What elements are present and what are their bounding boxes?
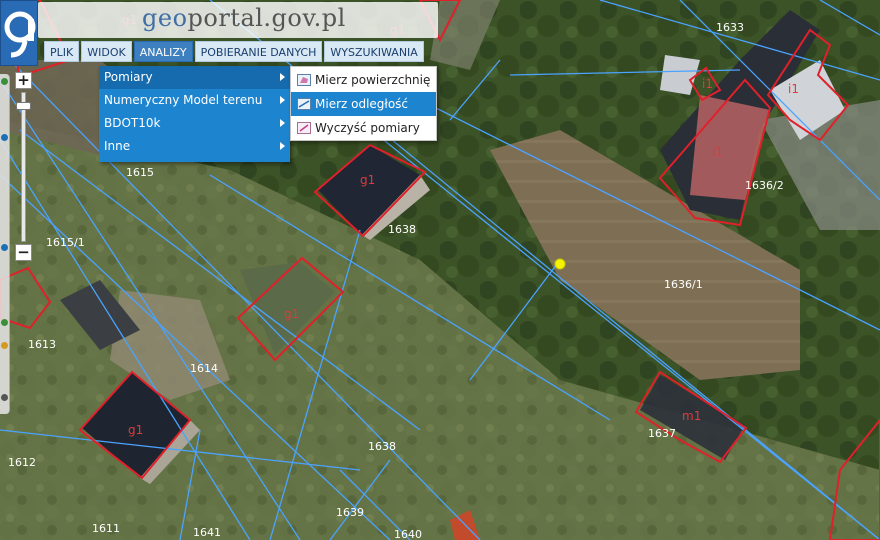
parcel-label: 1638	[388, 223, 416, 236]
menu-plik[interactable]: PLIK	[44, 41, 80, 62]
left-tool-strip	[0, 74, 10, 414]
submenu-item-label: Wyczyść pomiary	[315, 121, 420, 135]
measure-point[interactable]	[554, 258, 566, 270]
zoom-in-button[interactable]: +	[15, 72, 32, 89]
building-label: g1	[360, 173, 375, 187]
parcel-label: 1641	[193, 526, 221, 539]
tool-icon[interactable]	[1, 342, 8, 349]
g-logo-icon	[4, 11, 36, 58]
parcel-label: 1640	[394, 528, 422, 540]
site-title-geo: geo	[142, 4, 188, 32]
site-title: geoportal.gov.pl	[142, 4, 346, 32]
dropdown-item-pomiary[interactable]: Pomiary	[99, 66, 290, 89]
parcel-label: 1615	[126, 166, 154, 179]
dropdown-item-label: Inne	[104, 139, 131, 153]
submenu-arrow-icon	[280, 119, 285, 127]
parcel-label: 1614	[190, 362, 218, 375]
building-label: g1	[284, 307, 299, 321]
main-menubar: PLIK WIDOK ANALIZY POBIERANIE DANYCH WYS…	[44, 41, 424, 62]
tool-icon[interactable]	[1, 319, 8, 326]
submenu-item-mierz-powierzchnie[interactable]: Mierz powierzchnię	[291, 68, 436, 92]
zoom-control: + −	[12, 70, 34, 266]
parcel-label: 1611	[92, 522, 120, 535]
building-label: i1	[788, 82, 799, 96]
submenu-item-wyczysc-pomiary[interactable]: Wyczyść pomiary	[291, 116, 436, 140]
submenu-item-label: Mierz powierzchnię	[315, 73, 431, 87]
dropdown-item-label: Pomiary	[104, 70, 153, 84]
geoportal-logo[interactable]	[0, 0, 38, 66]
app-header: geoportal.gov.pl PLIK WIDOK ANALIZY POBI…	[0, 0, 438, 66]
parcel-label: 1633	[716, 21, 744, 34]
zoom-slider-track[interactable]	[21, 92, 26, 242]
building-label: m1	[682, 409, 701, 423]
parcel-label: 1636/2	[745, 179, 784, 192]
site-title-rest: portal.gov.pl	[187, 4, 346, 32]
parcel-label: 1615/1	[46, 236, 85, 249]
tool-icon[interactable]	[1, 394, 8, 401]
tool-icon[interactable]	[1, 78, 8, 85]
parcel-label: 1639	[336, 506, 364, 519]
analizy-dropdown: Pomiary Numeryczny Model terenu BDOT10k …	[99, 66, 290, 162]
parcel-label: 1613	[28, 338, 56, 351]
submenu-arrow-icon	[280, 96, 285, 104]
submenu-arrow-icon	[280, 142, 285, 150]
tool-icon[interactable]	[1, 244, 8, 251]
clear-measure-icon	[297, 122, 311, 134]
dropdown-item-label: Numeryczny Model terenu	[104, 93, 263, 107]
dropdown-item-label: BDOT10k	[104, 116, 161, 130]
menu-wyszukiwania[interactable]: WYSZUKIWANIA	[324, 41, 424, 62]
parcel-label: 1636/1	[664, 278, 703, 291]
building-label: g1	[128, 423, 143, 437]
distance-measure-icon	[297, 98, 311, 110]
menu-analizy[interactable]: ANALIZY	[133, 41, 193, 62]
dropdown-item-inne[interactable]: Inne	[99, 135, 290, 158]
building-label: i1	[702, 77, 713, 91]
parcel-label: 1637	[648, 427, 676, 440]
area-measure-icon	[297, 74, 311, 86]
dropdown-item-bdot10k[interactable]: BDOT10k	[99, 112, 290, 135]
menu-pobieranie-danych[interactable]: POBIERANIE DANYCH	[194, 41, 323, 62]
parcel-label: 1612	[8, 456, 36, 469]
tool-icon[interactable]	[1, 134, 8, 141]
parcel-label: 1638	[368, 440, 396, 453]
submenu-item-mierz-odleglosc[interactable]: Mierz odległość	[291, 92, 436, 116]
submenu-item-label: Mierz odległość	[315, 97, 409, 111]
menu-widok[interactable]: WIDOK	[81, 41, 132, 62]
zoom-out-button[interactable]: −	[15, 244, 32, 261]
pomiary-submenu: Mierz powierzchnię Mierz odległość Wyczy…	[290, 66, 437, 141]
submenu-arrow-icon	[280, 73, 285, 81]
building-label: i1	[712, 145, 723, 159]
zoom-slider-handle[interactable]	[16, 102, 31, 110]
dropdown-item-nmt[interactable]: Numeryczny Model terenu	[99, 89, 290, 112]
